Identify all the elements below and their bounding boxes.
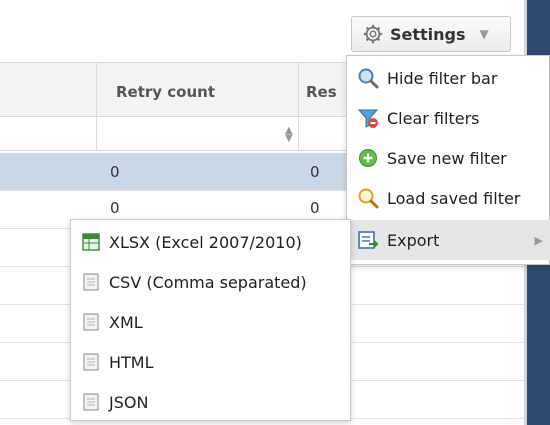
settings-label: Settings	[390, 24, 466, 44]
column-separator	[298, 63, 299, 118]
export-csv[interactable]: CSV (Comma separated)	[71, 262, 352, 302]
export-submenu: XLSX (Excel 2007/2010) CSV (Comma separa…	[70, 219, 351, 421]
export-option-label: HTML	[109, 352, 154, 372]
column-header-res[interactable]: Res	[306, 83, 337, 101]
export-option-label: XLSX (Excel 2007/2010)	[109, 232, 302, 252]
menu-item-label: Save new filter	[387, 148, 507, 168]
export-xml[interactable]: XML	[71, 302, 352, 342]
gear-icon	[363, 24, 383, 44]
cell-retry-count: 0	[110, 199, 120, 217]
export-json[interactable]: JSON	[71, 382, 352, 422]
magnifier-icon	[358, 188, 379, 209]
export-option-label: CSV (Comma separated)	[109, 272, 307, 292]
document-icon	[83, 273, 99, 291]
column-separator	[96, 117, 97, 151]
export-option-label: JSON	[109, 392, 149, 412]
settings-menu: Hide filter bar Clear filters Save new f…	[346, 55, 550, 265]
chevron-right-icon: ▶	[534, 233, 543, 247]
column-separator	[298, 117, 299, 151]
menu-item-label: Clear filters	[387, 108, 480, 128]
cell-retry-count: 0	[110, 163, 120, 181]
add-circle-icon	[359, 149, 377, 167]
sort-spinner-icon[interactable]: ▲ ▼	[285, 126, 293, 144]
export-xlsx[interactable]: XLSX (Excel 2007/2010)	[71, 222, 352, 262]
export-html[interactable]: HTML	[71, 342, 352, 382]
document-icon	[83, 353, 99, 371]
menu-item-load-saved-filter[interactable]: Load saved filter	[347, 178, 550, 218]
menu-item-save-new-filter[interactable]: Save new filter	[347, 138, 550, 178]
column-separator	[96, 63, 97, 118]
menu-item-label: Load saved filter	[387, 188, 521, 208]
menu-item-hide-filter-bar[interactable]: Hide filter bar	[347, 58, 550, 98]
settings-button[interactable]: Settings ▼	[351, 16, 511, 52]
document-icon	[83, 313, 99, 331]
cell-res: 0	[310, 163, 320, 181]
export-icon	[358, 231, 379, 249]
magnifier-minus-icon	[358, 68, 379, 89]
menu-item-export[interactable]: Export ▶	[347, 220, 550, 260]
cell-res: 0	[310, 199, 320, 217]
menu-item-label: Export	[387, 230, 440, 250]
menu-item-label: Hide filter bar	[387, 68, 498, 88]
export-option-label: XML	[109, 312, 143, 332]
excel-file-icon	[82, 233, 100, 251]
column-header-retry-count[interactable]: Retry count	[116, 83, 215, 101]
chevron-down-icon: ▼	[479, 27, 489, 41]
funnel-clear-icon	[357, 109, 379, 128]
document-icon	[83, 393, 99, 411]
menu-item-clear-filters[interactable]: Clear filters	[347, 98, 550, 138]
